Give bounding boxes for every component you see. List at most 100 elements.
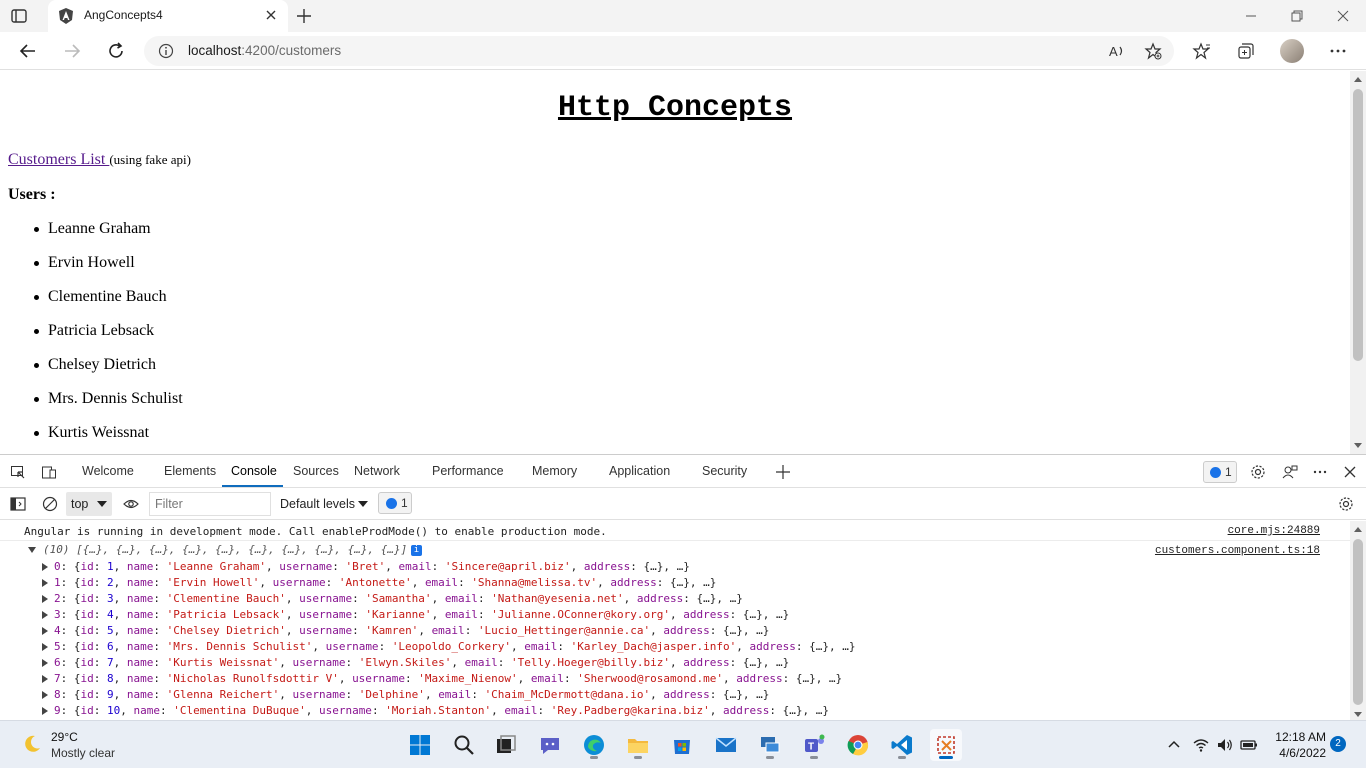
clear-console-icon[interactable]: [42, 496, 58, 512]
tab-network[interactable]: Network: [354, 464, 400, 478]
name-value: 'Kurtis Weissnat': [166, 656, 280, 669]
new-tab-icon[interactable]: [295, 7, 313, 25]
weather-condition[interactable]: Mostly clear: [51, 746, 115, 760]
live-expression-eye-icon[interactable]: [123, 496, 139, 512]
task-view-button[interactable]: [490, 729, 522, 761]
scroll-up-arrow-icon[interactable]: [1354, 77, 1362, 82]
favorites-icon[interactable]: [1192, 41, 1212, 61]
teams-app[interactable]: T: [798, 729, 830, 761]
toolbar-issues-button[interactable]: 1: [378, 492, 412, 514]
tab-application[interactable]: Application: [609, 464, 670, 478]
site-info-icon[interactable]: [158, 43, 174, 59]
start-button[interactable]: [404, 729, 436, 761]
source-link[interactable]: customers.component.ts:18: [1155, 545, 1320, 557]
tab-elements[interactable]: Elements: [164, 464, 216, 478]
expand-item-arrow-icon[interactable]: [42, 675, 48, 683]
volume-icon[interactable]: [1216, 736, 1234, 754]
wifi-icon[interactable]: [1192, 736, 1210, 754]
settings-gear-icon[interactable]: [1250, 464, 1266, 480]
browser-tab[interactable]: AngConcepts4: [48, 0, 288, 32]
filter-box[interactable]: [149, 492, 271, 516]
feedback-icon[interactable]: [1282, 464, 1298, 480]
scroll-down-arrow-icon[interactable]: [1354, 443, 1362, 448]
collections-icon[interactable]: [1236, 41, 1256, 61]
clock[interactable]: 12:18 AM 4/6/2022: [1270, 729, 1326, 761]
remote-app[interactable]: [754, 729, 786, 761]
more-tools-plus-icon[interactable]: [775, 464, 791, 480]
back-icon[interactable]: [18, 41, 38, 61]
temperature[interactable]: 29°C: [51, 730, 78, 744]
tab-performance[interactable]: Performance: [432, 464, 504, 478]
expand-item-arrow-icon[interactable]: [42, 643, 48, 651]
id-value: 8: [107, 672, 114, 685]
page-scrollbar[interactable]: [1350, 71, 1366, 454]
expand-item-arrow-icon[interactable]: [42, 707, 48, 715]
snipping-tool-app[interactable]: [930, 729, 962, 761]
key: email: [398, 560, 432, 573]
restore-icon[interactable]: [1289, 8, 1305, 24]
chrome-app[interactable]: [842, 729, 874, 761]
expand-item-arrow-icon[interactable]: [42, 659, 48, 667]
customers-list-link[interactable]: Customers List: [8, 151, 109, 168]
filter-input[interactable]: [155, 494, 265, 514]
issues-counter[interactable]: 1: [1203, 461, 1237, 483]
expand-item-arrow-icon[interactable]: [42, 627, 48, 635]
levels-chevron-down-icon[interactable]: [358, 501, 368, 507]
tab-security[interactable]: Security: [702, 464, 747, 478]
expand-array-arrow-icon[interactable]: [28, 547, 36, 553]
info-icon[interactable]: i: [411, 545, 422, 556]
customize-more-icon[interactable]: [1312, 464, 1328, 480]
scroll-down-arrow-icon[interactable]: [1354, 712, 1362, 717]
url-text[interactable]: localhost:4200/customers: [188, 43, 341, 58]
moon-weather-icon[interactable]: [22, 734, 42, 754]
sidebar-toggle-icon[interactable]: [10, 496, 26, 512]
vscode-app[interactable]: [886, 729, 918, 761]
tab-memory[interactable]: Memory: [532, 464, 577, 478]
tab-sources[interactable]: Sources: [293, 464, 339, 478]
console-settings-gear-icon[interactable]: [1338, 496, 1354, 512]
mail-app[interactable]: [710, 729, 742, 761]
expand-item-arrow-icon[interactable]: [42, 691, 48, 699]
more-options-icon[interactable]: [1328, 41, 1348, 61]
minimize-icon[interactable]: [1243, 8, 1259, 24]
profile-avatar[interactable]: [1280, 39, 1304, 63]
tab-welcome[interactable]: Welcome: [82, 464, 134, 478]
scroll-thumb[interactable]: [1353, 539, 1363, 705]
array-summary[interactable]: (10) [{…}, {…}, {…}, {…}, {…}, {…}, {…},…: [43, 543, 407, 556]
chat-app[interactable]: [534, 729, 566, 761]
file-explorer-app[interactable]: [622, 729, 654, 761]
close-tab-icon[interactable]: [264, 8, 278, 22]
close-devtools-icon[interactable]: [1342, 464, 1358, 480]
expand-item-arrow-icon[interactable]: [42, 611, 48, 619]
inspect-element-icon[interactable]: [10, 464, 26, 480]
notification-badge[interactable]: 2: [1330, 736, 1346, 752]
clock-time: 12:18 AM: [1275, 730, 1326, 744]
address-bar[interactable]: localhost:4200/customers A: [144, 36, 1174, 66]
forward-icon[interactable]: [62, 41, 82, 61]
scroll-up-arrow-icon[interactable]: [1354, 527, 1362, 532]
username-value: 'Elwyn.Skiles': [358, 656, 452, 669]
user-item: Ervin Howell: [34, 254, 183, 288]
add-favorite-icon[interactable]: [1144, 42, 1162, 60]
tab-console[interactable]: Console: [231, 464, 277, 478]
show-hidden-icons-chevron-up-icon[interactable]: [1165, 736, 1183, 754]
scroll-thumb[interactable]: [1353, 89, 1363, 361]
read-aloud-icon[interactable]: A: [1108, 42, 1126, 60]
expand-item-arrow-icon[interactable]: [42, 579, 48, 587]
tab-actions-icon[interactable]: [10, 7, 28, 25]
console-scrollbar[interactable]: [1350, 521, 1366, 721]
key: id: [80, 624, 94, 637]
close-window-icon[interactable]: [1335, 8, 1351, 24]
store-app[interactable]: [666, 729, 698, 761]
source-link[interactable]: core.mjs:24889: [1228, 525, 1320, 537]
email-value: 'Telly.Hoeger@billy.biz': [511, 656, 670, 669]
log-levels-dropdown[interactable]: Default levels: [280, 497, 355, 511]
device-emulation-icon[interactable]: [41, 464, 57, 480]
edge-app[interactable]: [578, 729, 610, 761]
search-button[interactable]: [448, 729, 480, 761]
context-selector[interactable]: top: [66, 492, 112, 516]
expand-item-arrow-icon[interactable]: [42, 563, 48, 571]
expand-item-arrow-icon[interactable]: [42, 595, 48, 603]
refresh-icon[interactable]: [106, 41, 126, 61]
battery-icon[interactable]: [1240, 736, 1258, 754]
